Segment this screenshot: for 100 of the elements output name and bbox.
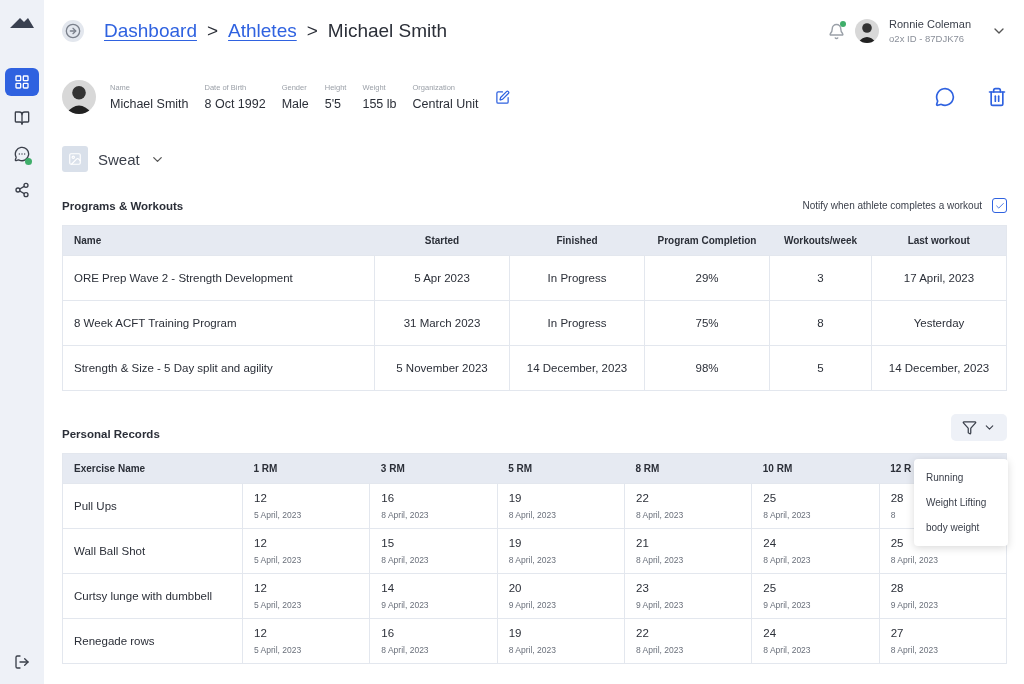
record-date: 8 April, 2023 [381, 510, 429, 520]
column-header: Program Completion [644, 225, 770, 256]
record-date: 8 April, 2023 [636, 510, 684, 520]
column-header: Started [374, 225, 510, 256]
record-value: 24 [763, 537, 777, 549]
table-cell: 75% [644, 300, 770, 346]
menu-item[interactable]: body weight [914, 515, 1008, 540]
grid-icon[interactable] [5, 68, 39, 96]
trash-icon[interactable] [987, 87, 1007, 107]
table-cell: Yesterday [871, 300, 1007, 346]
record-date: 9 April, 2023 [763, 600, 811, 610]
field-value: 8 Oct 1992 [204, 97, 266, 111]
record-value: 12 [254, 537, 267, 549]
record-value: 12 [254, 627, 267, 639]
record-date: 8 April, 2023 [381, 645, 429, 655]
section-title: Personal Records [62, 427, 160, 440]
record-value: 21 [636, 537, 649, 549]
check-icon [994, 200, 1005, 211]
record-date: 8 April, 2023 [763, 645, 811, 655]
column-header: 1 RM [242, 453, 370, 484]
table-cell: 5 November 2023 [374, 345, 510, 391]
exercise-name: Wall Ball Shot [62, 528, 243, 574]
record-value: 19 [508, 537, 522, 549]
breadcrumb-separator: > [306, 20, 318, 42]
table-cell: ORE Prep Wave 2 - Strength Development [62, 255, 375, 301]
field-value: Central Unit [412, 97, 479, 111]
table-cell: In Progress [509, 255, 645, 301]
breadcrumb-separator: > [206, 20, 219, 42]
record-value: 12 [254, 492, 267, 504]
record-value: 22 [636, 627, 649, 639]
record-date: 8 April, 2023 [636, 555, 684, 565]
table-cell: 14 December, 2023 [509, 345, 645, 391]
record-date: 8 April, 2023 [508, 645, 556, 655]
field-value: 155 lb [362, 97, 397, 111]
record-value: 24 [763, 627, 777, 639]
exercise-name: Pull Ups [62, 483, 243, 529]
table-cell: In Progress [509, 300, 645, 346]
record-date: 8 April, 2023 [763, 510, 811, 520]
column-header: Last workout [871, 225, 1007, 256]
column-header: 3 RM [369, 453, 498, 484]
record-value: 16 [381, 492, 395, 504]
record-date: 8 April, 2023 [890, 555, 938, 565]
breadcrumb-link[interactable]: Athletes [228, 20, 297, 42]
notify-checkbox[interactable] [992, 198, 1007, 213]
table-cell: 3 [769, 255, 872, 301]
column-header: 8 RM [624, 453, 752, 484]
table-cell: 5 Apr 2023 [374, 255, 510, 301]
table-cell: 17 April, 2023 [871, 255, 1007, 301]
table-cell: 29% [644, 255, 770, 301]
filter-icon [962, 420, 977, 435]
notification-icon[interactable] [828, 22, 846, 40]
record-date: 5 April, 2023 [254, 555, 302, 565]
table-cell: 98% [644, 345, 770, 391]
field-value: Male [281, 97, 309, 111]
image-icon [62, 146, 88, 172]
record-date: 5 April, 2023 [254, 510, 302, 520]
column-header: 10 RM [751, 453, 880, 484]
record-value: 25 [763, 492, 777, 504]
field-value: 5'5 [324, 97, 343, 111]
breadcrumb-link[interactable]: Dashboard [104, 20, 197, 42]
table-cell: 31 March 2023 [374, 300, 510, 346]
page-title: Michael Smith [327, 20, 448, 42]
record-value: 12 [254, 582, 267, 594]
table-cell: 8 [769, 300, 872, 346]
table-cell: 5 [769, 345, 872, 391]
record-date: 8 April, 2023 [890, 645, 938, 655]
record-date: 5 April, 2023 [254, 645, 302, 655]
record-value: 25 [890, 537, 904, 549]
back-icon[interactable] [62, 20, 84, 42]
message-icon[interactable] [935, 87, 955, 107]
filter-button[interactable] [951, 414, 1007, 441]
table-cell: 8 Week ACFT Training Program [62, 300, 375, 346]
exercise-name: Curtsy lunge with dumbbell [62, 573, 243, 619]
column-header: 5 RM [497, 453, 625, 484]
record-value: 14 [381, 582, 395, 594]
column-header: Workouts/week [769, 225, 872, 256]
record-value: 20 [508, 582, 522, 594]
table-cell: 14 December, 2023 [871, 345, 1007, 391]
column-header: Finished [509, 225, 645, 256]
record-value: 28 [890, 582, 904, 594]
column-header: Name [62, 225, 375, 256]
record-value: 28 [890, 492, 904, 504]
record-date: 8 April, 2023 [508, 555, 556, 565]
table-cell: Strength & Size - 5 Day split and agility [62, 345, 375, 391]
edit-icon[interactable] [494, 89, 510, 105]
record-date: 9 April, 2023 [381, 600, 429, 610]
team-name: Sweat [98, 150, 140, 168]
record-value: 22 [636, 492, 649, 504]
record-value: 19 [508, 627, 522, 639]
record-date: 8 April, 2023 [636, 645, 684, 655]
user-id: o2x ID - 87DJK76 [889, 33, 966, 44]
record-date: 8 [890, 510, 896, 520]
record-date: 8 April, 2023 [763, 555, 811, 565]
record-value: 27 [890, 627, 904, 639]
record-date: 9 April, 2023 [508, 600, 556, 610]
menu-item[interactable]: Weight Lifting [914, 490, 1008, 515]
section-title: Programs & Workouts [62, 199, 184, 212]
field-value: Michael Smith [110, 97, 189, 111]
record-value: 23 [636, 582, 649, 594]
record-value: 19 [508, 492, 522, 504]
